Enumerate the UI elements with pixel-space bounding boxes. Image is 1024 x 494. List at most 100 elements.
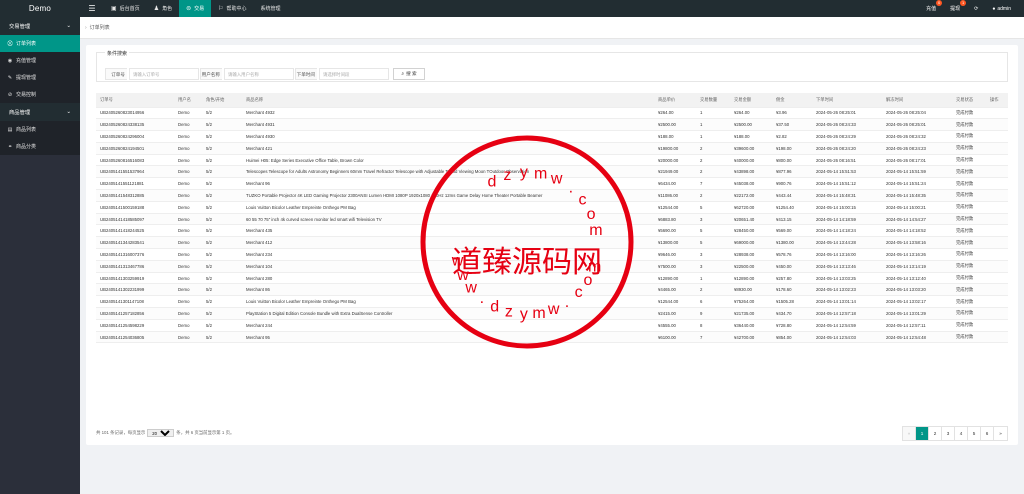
page-button[interactable]: 2	[929, 426, 942, 440]
table-row[interactable]: UB2405141418244525 Demo 5/2 Merchant 435 ¥56…	[96, 224, 1008, 238]
table-cell: Louis Vuitton Bicolor Leather Empreinte …	[242, 201, 654, 214]
table-row[interactable]: UB2405141254598229 Demo 5/2 Merchant 244 ¥45…	[96, 319, 1008, 332]
page-button[interactable]: 3	[942, 426, 955, 440]
sidebar-item-recharge[interactable]: ◉ 充值管理	[0, 52, 80, 69]
sidebar-item-goods-category[interactable]: ⚭ 商品分类	[0, 138, 80, 155]
table-cell: 完成付款	[952, 189, 986, 202]
page-button[interactable]: 5	[968, 426, 981, 440]
table-row[interactable]: UB2405260816516083 Demo 5/2 Huimei H05: Edg…	[96, 154, 1008, 167]
table-row[interactable]: UB2405260824338135 Demo 5/2 Merchant 4931 ¥2…	[96, 118, 1008, 132]
withdraw-label: 提现	[950, 6, 961, 12]
top-nav: ☰ ▣ 后台首页 ♟ 角色 ⊜ 交易 ⚐ 帮助中心 系统管理	[80, 0, 288, 17]
table-cell: ¥28450.00	[730, 224, 772, 238]
search-panel: 条件搜索 订单号 用户名称 下单时间 ⌕ 搜 索	[96, 50, 1008, 82]
table-row[interactable]: UB2405141301147108 Demo 5/2 Louis Vuitton B…	[96, 295, 1008, 309]
topnav-item-2[interactable]: ⊜ 交易	[179, 0, 212, 17]
recharge-badge: 0	[936, 0, 943, 6]
topnav-item-1[interactable]: ♟ 角色	[147, 0, 179, 17]
page-button[interactable]: 6	[981, 426, 994, 440]
table-row[interactable]: UB2405141316007376 Demo 5/2 Merchant 234 ¥96…	[96, 248, 1008, 261]
table-cell	[986, 331, 1008, 344]
table-cell	[986, 213, 1008, 226]
table-cell: 2024-05-14 13:02:23	[812, 283, 882, 297]
table-row[interactable]: UB2405141303259919 Demo 5/2 Merchant 280 ¥12…	[96, 272, 1008, 285]
table-cell: Demo	[174, 295, 202, 309]
topnav-item-4[interactable]: 系统管理	[254, 0, 288, 17]
table-row[interactable]: UB2405141254036805 Demo 5/2 Merchant 95 ¥610…	[96, 331, 1008, 344]
sidebar-item-withdraw[interactable]: ✎ 提现管理	[0, 69, 80, 86]
column-header[interactable]: 解冻时间	[882, 93, 952, 108]
order-card: 条件搜索 订单号 用户名称 下单时间 ⌕ 搜 索 订单号用户名角色/开始商品名称…	[86, 45, 1018, 445]
table-cell: 3	[696, 213, 730, 226]
order-time-input[interactable]	[319, 68, 389, 80]
column-header[interactable]: 交易数量	[696, 93, 730, 108]
table-row[interactable]: UB2405141257182856 Demo 5/2 PlayStation 5 D…	[96, 307, 1008, 320]
order-number-input[interactable]	[129, 68, 199, 80]
topnav-item-0[interactable]: ▣ 后台首页	[104, 0, 147, 17]
table-cell: 5/2	[202, 154, 242, 167]
table-row[interactable]: UB2405260824194501 Demo 5/2 Merchant 421 ¥19…	[96, 142, 1008, 155]
table-cell: PlayStation 5 Digital Edition Console Bu…	[242, 307, 654, 320]
table-row[interactable]: UB2405141313467786 Demo 5/2 Merchant 104 ¥75…	[96, 260, 1008, 273]
sidebar-item-label: 提现管理	[16, 75, 37, 81]
user-menu[interactable]: ● admin	[985, 6, 1018, 12]
table-row[interactable]: UB2405141302231999 Demo 5/2 Merchant 86 ¥446…	[96, 283, 1008, 297]
table-cell: 完成付款	[952, 248, 986, 261]
column-header[interactable]: 交易状态	[952, 93, 986, 108]
page-button[interactable]: «	[903, 426, 916, 440]
brand-logo[interactable]: Demo	[0, 0, 80, 17]
column-header[interactable]: 商品名称	[242, 93, 654, 108]
sidebar-group-goods[interactable]: 商品管理 ⌄	[0, 103, 80, 121]
topnav-item-3[interactable]: ⚐ 帮助中心	[211, 0, 253, 17]
search-button[interactable]: ⌕ 搜 索	[393, 68, 425, 80]
table-cell: ¥1254.40	[772, 201, 812, 214]
table-row[interactable]: UB2405260823014956 Demo 5/2 Merchant 4932 ¥2…	[96, 107, 1008, 120]
column-header[interactable]: 操作	[986, 93, 1008, 108]
page-button[interactable]: 4	[955, 426, 968, 440]
table-cell: 5/2	[202, 189, 242, 202]
table-row[interactable]: UB2405141344283541 Demo 5/2 Merchant 412 ¥13…	[96, 236, 1008, 250]
table-row[interactable]: UB2405141418585097 Demo 5/2 60 55 70 75" in…	[96, 213, 1008, 226]
table-cell: ¥728.80	[772, 319, 812, 332]
column-header[interactable]: 用户名	[174, 93, 202, 108]
column-header[interactable]: 订单号	[96, 93, 174, 108]
sidebar-item-orders[interactable]: ⛒ 订单列表	[0, 35, 80, 52]
table-cell: Merchant 244	[242, 319, 654, 332]
table-cell: UB2405260824194501	[96, 142, 174, 155]
sidebar-group-trade[interactable]: 交易管理 ⌄	[0, 17, 80, 35]
withdraw-link[interactable]: 提现 1	[943, 0, 967, 12]
column-header[interactable]: 商品单价	[654, 93, 696, 108]
sidebar-item-goods-list[interactable]: ▤ 商品列表	[0, 121, 80, 138]
column-header[interactable]: 交易金额	[730, 93, 772, 108]
table-cell: 5	[696, 224, 730, 238]
user-name-label: 用户名称	[200, 68, 222, 80]
recharge-link[interactable]: 充值 0	[919, 0, 943, 12]
table-cell: 完成付款	[952, 107, 986, 120]
user-name-input[interactable]	[224, 68, 294, 80]
menu-toggle-icon[interactable]: ☰	[80, 4, 104, 13]
table-cell: ¥13800.00	[654, 236, 696, 250]
table-row[interactable]: UB2405141500159188 Demo 5/2 Louis Vuitton B…	[96, 201, 1008, 214]
exchange-icon: ⊜	[186, 6, 192, 12]
record-count-prefix: 共 101 条记录，每页显示	[96, 430, 146, 435]
page-button[interactable]: 1	[916, 426, 929, 440]
column-header[interactable]: 下单时间	[812, 93, 882, 108]
column-header[interactable]: 佣金	[772, 93, 812, 108]
search-legend: 条件搜索	[105, 50, 130, 57]
table-cell: 2024-05-14 15:48:31	[812, 189, 882, 202]
page-button[interactable]: »	[994, 426, 1007, 440]
table-cell: ¥4465.00	[654, 283, 696, 297]
refresh-icon[interactable]: ⟳	[967, 6, 985, 12]
column-header[interactable]: 角色/开始	[202, 93, 242, 108]
table-row[interactable]: UB2405141548312885 Demo 5/2 TUZKO Portable …	[96, 189, 1008, 202]
table-cell: Demo	[174, 154, 202, 167]
sidebar-item-control[interactable]: ⊘ 交易控制	[0, 86, 80, 103]
table-row[interactable]: UB2405141551121881 Demo 5/2 Merchant 96 ¥643…	[96, 177, 1008, 191]
table-row[interactable]: UB2405260824296004 Demo 5/2 Merchant 4930 ¥1…	[96, 130, 1008, 143]
table-cell: 1	[696, 107, 730, 120]
table-row[interactable]: UB2405141551537964 Demo 5/2 Telescopes Tele…	[96, 165, 1008, 179]
per-page-select[interactable]: 20	[147, 429, 175, 437]
table-cell: 5/2	[202, 177, 242, 191]
table-cell: 2024-05-14 14:18:24	[812, 224, 882, 238]
table-cell: 1	[696, 130, 730, 143]
